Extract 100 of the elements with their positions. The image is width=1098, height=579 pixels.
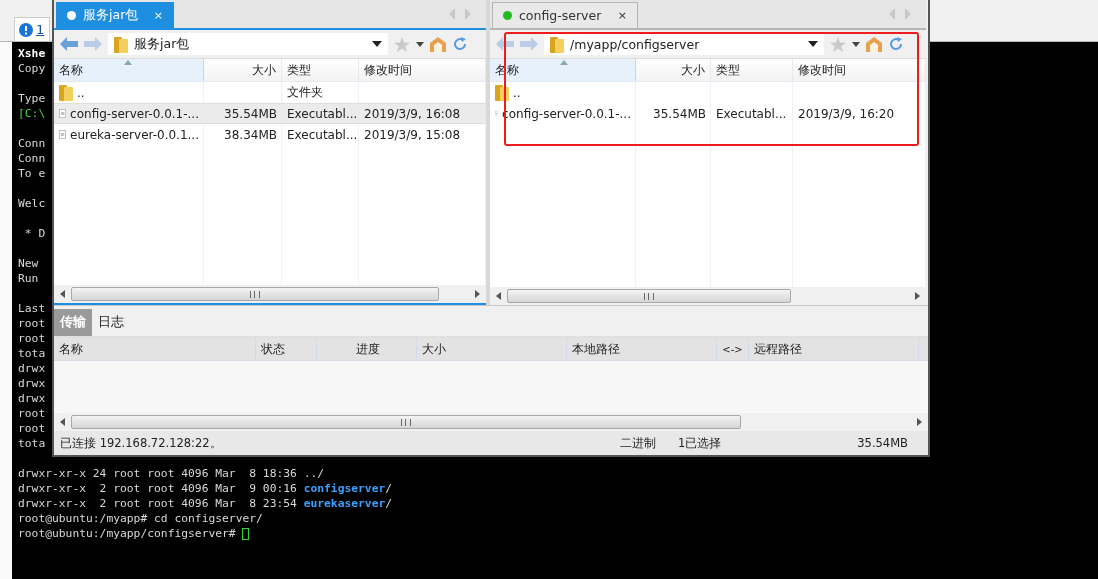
file-type: Executabl... [287, 127, 358, 142]
scroll-right-icon[interactable] [917, 418, 922, 426]
file-type: Executabl... [716, 106, 787, 121]
refresh-icon[interactable] [888, 36, 904, 52]
terminal-line: drwx [18, 361, 46, 376]
file-icon [59, 127, 66, 142]
path-field[interactable]: 服务jar包 [108, 33, 388, 55]
selection-count: 1已选择 [678, 435, 723, 451]
star-icon[interactable] [394, 36, 410, 52]
column-header[interactable]: 大小 [636, 59, 711, 81]
column-header[interactable]: 大小 [204, 59, 282, 81]
terminal-line: tota [18, 436, 46, 451]
sort-ascending-icon [124, 60, 132, 65]
column-header[interactable]: 名称 [54, 338, 256, 360]
terminal-line: drwxr-xr-x 2 root root 4096 Mar 9 00:16 configserver/ [18, 481, 393, 496]
file-type: 文件夹 [287, 84, 323, 101]
sort-ascending-icon [560, 60, 568, 65]
grip-icon [250, 290, 260, 298]
refresh-icon[interactable] [452, 36, 468, 52]
terminal-line: root [18, 421, 46, 436]
file-icon [59, 106, 67, 121]
forward-icon[interactable] [84, 37, 102, 51]
scroll-right-icon[interactable] [915, 292, 920, 300]
terminal-line: [C:\ [18, 106, 46, 121]
file-type: Executabl... [287, 106, 358, 121]
terminal-line: root [18, 406, 46, 421]
column-header[interactable]: 名称 [54, 59, 204, 81]
back-icon[interactable] [496, 37, 514, 51]
scroll-left-icon[interactable] [60, 418, 65, 426]
terminal-line: * D [23, 226, 46, 241]
file-row[interactable]: .. 文件夹 [54, 82, 486, 103]
file-name: eureka-server-0.0.1... [70, 127, 199, 142]
back-icon[interactable] [60, 37, 78, 51]
terminal-line: To e [18, 166, 46, 181]
file-row[interactable]: eureka-server-0.0.1... 38.34MB Executabl... 2019/3/9, 15:08 [54, 124, 486, 145]
forward-icon[interactable] [520, 37, 538, 51]
terminal-line: Copy [18, 61, 46, 76]
column-header[interactable]: 大小 [417, 338, 567, 360]
terminal-line: Last [18, 301, 46, 316]
file-name: .. [513, 85, 521, 100]
tab-label: config-server [519, 8, 603, 23]
file-row[interactable]: config-server-0.0.1-... 35.54MB Executabl... 2019/3/9, 16:08 [54, 103, 486, 124]
terminal-line: Conn [18, 136, 46, 151]
connection-status: 已连接 192.168.72.128:22。 [60, 435, 223, 451]
terminal-line: drwxr-xr-x 2 root root 4096 Mar 8 23:54 eurekaserver/ [18, 496, 393, 511]
terminal-line: Conn [18, 151, 46, 166]
grip-icon [401, 418, 411, 426]
folder-icon [59, 84, 73, 101]
home-icon[interactable] [866, 36, 882, 52]
terminal-line: tota [18, 346, 46, 361]
terminal-line: Run [18, 271, 39, 286]
modified-time: 2019/3/9, 16:20 [798, 106, 895, 121]
file-size: 38.34MB [224, 127, 277, 142]
grip-icon [644, 292, 654, 300]
star-icon[interactable] [830, 36, 846, 52]
session-tab[interactable]: 1 [14, 17, 50, 41]
close-button[interactable]: × [153, 9, 163, 22]
terminal-line: Type [18, 91, 46, 106]
file-name: .. [77, 85, 85, 100]
column-header[interactable]: 本地路径 [567, 338, 717, 360]
close-button[interactable]: × [617, 9, 627, 22]
horizontal-scrollbar[interactable] [490, 287, 926, 305]
terminal-line: root [18, 331, 46, 346]
column-header[interactable]: 类型 [711, 59, 793, 81]
scroll-left-icon[interactable] [496, 292, 501, 300]
folder-icon [550, 35, 564, 53]
terminal-line: root@ubuntu:/myapp# cd configserver/ [18, 511, 263, 526]
scroll-left-icon[interactable] [60, 290, 65, 298]
file-size: 35.54MB [224, 106, 277, 121]
file-size: 35.54MB [653, 106, 706, 121]
info-icon [19, 22, 33, 37]
scroll-right-icon[interactable] [475, 290, 480, 298]
terminal-line: New [18, 256, 39, 271]
terminal-line: Welc [18, 196, 46, 211]
terminal-line: Xshe [18, 46, 46, 61]
path-field[interactable]: /myapp/configserver [544, 33, 824, 55]
file-row[interactable]: .. [490, 82, 926, 103]
terminal-line: root [18, 316, 46, 331]
terminal-line: drwx [18, 376, 46, 391]
folder-icon [495, 84, 509, 101]
pane-tab[interactable]: 服务jar包 × [56, 2, 174, 28]
home-icon[interactable] [430, 36, 446, 52]
column-header[interactable]: 修改时间 [793, 59, 926, 81]
transfer-mode: 二进制 [620, 435, 657, 451]
terminal-line: root@ubuntu:/myapp/configserver# [18, 526, 237, 541]
pane-tab[interactable]: config-server × [492, 2, 638, 28]
column-header[interactable]: 远程路径 [749, 338, 919, 360]
column-header[interactable]: <-> [717, 338, 749, 360]
file-name: config-server-0.0.1-... [70, 106, 199, 121]
modified-time: 2019/3/9, 16:08 [364, 106, 461, 121]
folder-icon [114, 35, 128, 53]
modified-time: 2019/3/9, 15:08 [364, 127, 461, 142]
column-header[interactable]: 进度 [317, 338, 417, 360]
tab-label: 服务jar包 [83, 7, 140, 24]
selection-size: 35.54MB [856, 436, 908, 450]
horizontal-scrollbar[interactable] [54, 285, 486, 305]
column-header[interactable]: 状态 [256, 338, 317, 360]
terminal-line: drwx [18, 391, 46, 406]
panel-tab[interactable]: 日志 [92, 309, 130, 336]
column-header[interactable]: 类型 [282, 59, 359, 81]
